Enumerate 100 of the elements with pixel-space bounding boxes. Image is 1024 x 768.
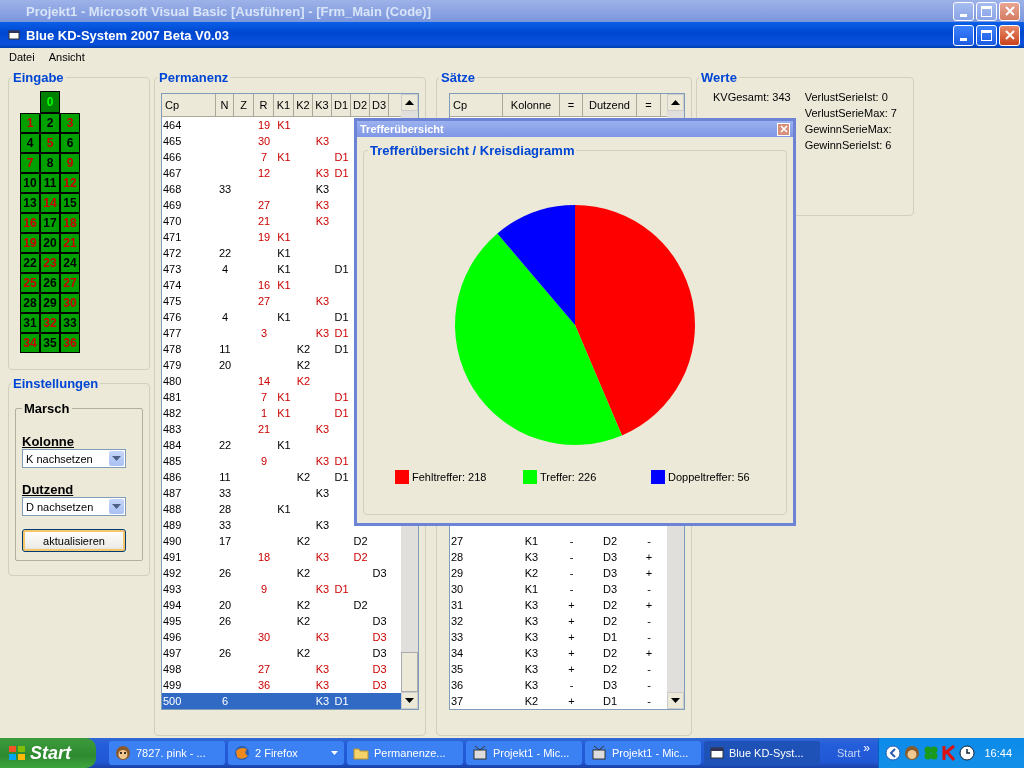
chevron-button[interactable]: »	[863, 741, 870, 755]
table-row[interactable]: 498 27 K3 D3	[162, 661, 401, 677]
number-cell[interactable]: 28	[20, 293, 40, 313]
column-header[interactable]: Kolonne	[503, 94, 560, 116]
column-header[interactable]: =	[637, 94, 661, 116]
number-cell[interactable]: 8	[40, 153, 60, 173]
column-header[interactable]: R	[254, 94, 274, 116]
scroll-up-icon	[671, 100, 680, 105]
table-cell: 4	[221, 263, 229, 275]
table-cell: K3	[524, 647, 539, 659]
column-header[interactable]: Z	[234, 94, 254, 116]
column-header[interactable]: D3	[370, 94, 389, 116]
column-header[interactable]: K3	[313, 94, 332, 116]
column-header[interactable]: D2	[351, 94, 370, 116]
number-cell[interactable]: 35	[40, 333, 60, 353]
taskbar-button[interactable]: 2 Firefox	[228, 741, 344, 765]
table-cell: 11	[219, 343, 231, 355]
table-cell: K1	[277, 391, 291, 403]
number-cell[interactable]: 29	[40, 293, 60, 313]
column-header[interactable]: Cp	[162, 94, 216, 116]
table-row[interactable]: 492 26 K2 D3	[162, 565, 401, 581]
value-label: GewinnSerieIst: 6	[804, 138, 893, 153]
column-header[interactable]: D1	[332, 94, 351, 116]
value-label: VerlustSerieIst: 0	[804, 90, 889, 105]
table-cell: K1	[277, 503, 291, 515]
number-cell[interactable]: 15	[60, 193, 80, 213]
refresh-button[interactable]: aktualisieren	[22, 529, 126, 552]
table-cell: K3	[315, 327, 330, 339]
column-header[interactable]: =	[560, 94, 583, 116]
number-cell[interactable]: 2	[40, 113, 60, 133]
menu-item[interactable]: Datei	[9, 51, 35, 63]
number-cell[interactable]: 6	[60, 133, 80, 153]
number-cell[interactable]: 10	[20, 173, 40, 193]
maximize-button[interactable]	[976, 1, 997, 21]
table-row[interactable]: 496 30 K3 D3	[162, 629, 401, 645]
taskbar-button[interactable]: Projekt1 - Mic...	[466, 741, 582, 765]
table-row[interactable]: 497 26 K2 D3	[162, 645, 401, 661]
number-cell[interactable]: 22	[20, 253, 40, 273]
legend-label: Doppeltreffer: 56	[668, 471, 750, 483]
table-cell: 485	[163, 455, 182, 467]
taskbar-button[interactable]: Projekt1 - Mic...	[585, 741, 701, 765]
scroll-thumb[interactable]	[401, 652, 418, 692]
table-cell: K2	[296, 375, 311, 387]
table-cell: D1	[334, 391, 349, 403]
table-cell: K3	[315, 215, 330, 227]
dropdown-field[interactable]: D nachsetzen	[22, 497, 126, 516]
number-cell[interactable]: 17	[40, 213, 60, 233]
table-cell: D2	[602, 615, 618, 627]
table-row[interactable]: 493 9 K3 D1	[162, 581, 401, 597]
column-header[interactable]: K2	[294, 94, 313, 116]
table-cell: 33	[218, 487, 232, 499]
column-header[interactable]: Dutzend	[583, 94, 637, 116]
table-row[interactable]: 491 18 K3 D2	[162, 549, 401, 565]
table-cell: 475	[163, 295, 182, 307]
taskbar-button[interactable]: 7827. pink - ...	[109, 741, 225, 765]
table-row[interactable]: 500 6 K3 D1	[162, 693, 401, 709]
taskbar-button[interactable]: Permanenze...	[347, 741, 463, 765]
frame-title: Marsch	[23, 401, 71, 416]
table-row[interactable]: 490 17 K2 D2	[162, 533, 401, 549]
taskbar-button[interactable]: Blue KD-Syst...	[704, 741, 820, 765]
table-cell: D3	[372, 631, 387, 643]
toolbar-label[interactable]: Start	[837, 747, 861, 759]
number-cell[interactable]: 26	[40, 273, 60, 293]
column-header[interactable]: Cp	[450, 94, 503, 116]
number-cell[interactable]: 31	[20, 313, 40, 333]
scroll-up-icon	[405, 100, 414, 105]
table-cell: 35	[451, 663, 464, 675]
number-cell[interactable]: 13	[20, 193, 40, 213]
column-header[interactable]: N	[216, 94, 234, 116]
table-cell: K3	[315, 663, 330, 675]
minimize-button[interactable]	[953, 24, 974, 46]
minimize-button[interactable]	[953, 1, 974, 21]
column-header[interactable]: K1	[274, 94, 294, 116]
close-button[interactable]	[777, 122, 790, 136]
table-cell: -	[647, 583, 651, 595]
maximize-button[interactable]	[976, 24, 997, 46]
dropdown-field[interactable]: K nachsetzen	[22, 449, 126, 468]
table-cell: 16	[257, 279, 271, 291]
clock-icon[interactable]	[959, 745, 976, 761]
close-button[interactable]	[999, 24, 1020, 46]
value-label: GewinnSerieMax:	[804, 122, 893, 137]
number-cell[interactable]: 0	[40, 91, 60, 113]
number-cell[interactable]: 11	[40, 173, 60, 193]
table-row[interactable]: 499 36 K3 D3	[162, 677, 401, 693]
clock[interactable]: 16:44	[984, 747, 1012, 759]
number-cell[interactable]: 24	[60, 253, 80, 273]
number-cell[interactable]: 4	[20, 133, 40, 153]
menu-item[interactable]: Ansicht	[48, 51, 85, 63]
start-button[interactable]: Start	[0, 738, 96, 768]
close-button[interactable]	[999, 1, 1020, 21]
table-cell: +	[645, 567, 653, 579]
number-cell[interactable]: 33	[60, 313, 80, 333]
monkey-icon[interactable]	[904, 745, 921, 761]
table-cell: 469	[163, 199, 182, 211]
table-row[interactable]: 494 20 K2 D2	[162, 597, 401, 613]
legend-label: Fehltreffer: 218	[412, 471, 487, 483]
number-cell[interactable]: 20	[40, 233, 60, 253]
table-cell: D1	[334, 311, 349, 323]
table-row[interactable]: 495 26 K2 D3	[162, 613, 401, 629]
table-cell: 465	[163, 135, 182, 147]
